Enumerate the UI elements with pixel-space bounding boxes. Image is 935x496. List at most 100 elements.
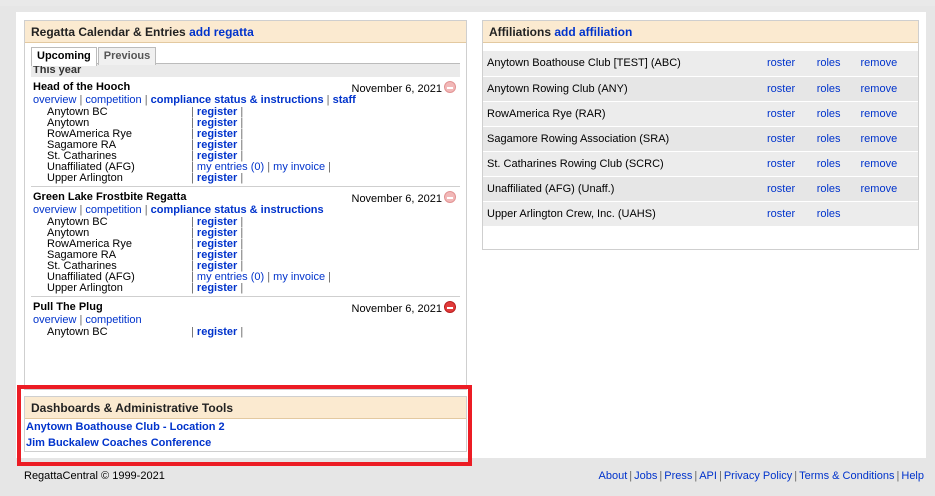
regatta-link-competition[interactable]: competition <box>85 314 141 326</box>
roles-link[interactable]: roles <box>817 57 841 69</box>
roster-link[interactable]: roster <box>767 158 795 170</box>
club-actions: | register | <box>189 327 243 338</box>
regatta-link-overview[interactable]: overview <box>33 94 76 106</box>
club-name: Upper Arlington <box>47 172 123 184</box>
register-link[interactable]: register <box>197 326 237 338</box>
remove-regatta-icon[interactable] <box>444 301 456 313</box>
affiliations-panel-title: Affiliations <box>489 25 551 39</box>
affiliation-name-cell: Anytown Boathouse Club [TEST] (ABC) <box>483 51 763 76</box>
affiliation-row: Anytown Boathouse Club [TEST] (ABC) roste… <box>483 51 918 76</box>
regatta-calendar-panel: Regatta Calendar & Entries add regatta U… <box>24 20 467 390</box>
add-affiliation-link[interactable]: add affiliation <box>554 25 632 39</box>
regatta-link-compliance[interactable]: compliance status & instructions <box>151 204 324 216</box>
club-row: Upper Arlington | register | <box>33 173 460 184</box>
regatta-entry: Green Lake Frostbite Regatta November 6, … <box>31 187 460 297</box>
roles-link[interactable]: roles <box>817 208 841 220</box>
separator: | <box>718 470 722 482</box>
roster-link[interactable]: roster <box>767 183 795 195</box>
regatta-link-competition[interactable]: competition <box>85 204 141 216</box>
remove-link[interactable]: remove <box>861 133 898 145</box>
tab-previous[interactable]: Previous <box>97 47 157 65</box>
remove-link[interactable]: remove <box>861 183 898 195</box>
roles-link-cell: roles <box>813 126 857 151</box>
roles-link[interactable]: roles <box>817 183 841 195</box>
roster-link[interactable]: roster <box>767 208 795 220</box>
footer-link-press[interactable]: Press <box>664 470 692 482</box>
regatta-link-staff[interactable]: staff <box>333 94 356 106</box>
tab-upcoming[interactable]: Upcoming <box>31 47 97 66</box>
affiliation-name-cell: Anytown Rowing Club (ANY) <box>483 76 763 101</box>
roster-link[interactable]: roster <box>767 108 795 120</box>
roster-link[interactable]: roster <box>767 133 795 145</box>
affiliation-name-cell: Unaffiliated (AFG) (Unaff.) <box>483 176 763 201</box>
my-invoice-link[interactable]: my invoice <box>273 271 325 283</box>
add-regatta-link[interactable]: add regatta <box>189 25 254 39</box>
my-invoice-link[interactable]: my invoice <box>273 161 325 173</box>
register-link[interactable]: register <box>197 282 237 294</box>
roles-link[interactable]: roles <box>817 108 841 120</box>
affiliation-name-cell: Upper Arlington Crew, Inc. (UAHS) <box>483 201 763 226</box>
affiliations-panel: Affiliations add affiliation Anytown Boa… <box>482 20 919 250</box>
regatta-link-overview[interactable]: overview <box>33 204 76 216</box>
club-actions: | register | <box>189 173 243 184</box>
affiliation-row: Upper Arlington Crew, Inc. (UAHS) roster r… <box>483 201 918 226</box>
affiliation-name: Anytown Rowing Club (ANY) <box>487 82 628 95</box>
footer-link-about[interactable]: About <box>599 470 628 482</box>
regatta-link-competition[interactable]: competition <box>85 94 141 106</box>
affiliation-name: Sagamore Rowing Association (SRA) <box>487 132 670 145</box>
roles-link-cell: roles <box>813 201 857 226</box>
regatta-panel-header: Regatta Calendar & Entries add regatta <box>25 21 466 43</box>
roster-link[interactable]: roster <box>767 83 795 95</box>
regatta-link-compliance[interactable]: compliance status & instructions <box>151 94 324 106</box>
affiliation-name-cell: RowAmerica Rye (RAR) <box>483 101 763 126</box>
roster-link-cell: roster <box>763 201 813 226</box>
affiliations-panel-header: Affiliations add affiliation <box>483 21 918 43</box>
roles-link[interactable]: roles <box>817 83 841 95</box>
club-row: Anytown BC | register | <box>33 217 460 228</box>
footer-link-jobs[interactable]: Jobs <box>634 470 657 482</box>
club-actions: | register | <box>189 283 243 294</box>
regatta-entry: Head of the Hooch November 6, 2021 overvie… <box>31 77 460 187</box>
footer-link-privacy-policy[interactable]: Privacy Policy <box>724 470 792 482</box>
separator: | <box>325 271 332 283</box>
separator: | <box>264 271 274 283</box>
affiliations-table: Anytown Boathouse Club [TEST] (ABC) roste… <box>483 51 918 227</box>
footer-link-help[interactable]: Help <box>901 470 924 482</box>
separator: | <box>264 161 274 173</box>
affiliation-row: St. Catharines Rowing Club (SCRC) roster r… <box>483 151 918 176</box>
affiliation-name-cell: St. Catharines Rowing Club (SCRC) <box>483 151 763 176</box>
roles-link[interactable]: roles <box>817 158 841 170</box>
affiliation-name: Upper Arlington Crew, Inc. (UAHS) <box>487 207 656 220</box>
remove-link[interactable]: remove <box>861 158 898 170</box>
affiliation-name: RowAmerica Rye (RAR) <box>487 107 606 120</box>
separator: | <box>237 326 244 338</box>
regatta-link-overview[interactable]: overview <box>33 314 76 326</box>
roster-link-cell: roster <box>763 51 813 76</box>
roles-link-cell: roles <box>813 151 857 176</box>
remove-regatta-icon[interactable] <box>444 191 456 203</box>
footer-link-api[interactable]: API <box>699 470 717 482</box>
roster-link[interactable]: roster <box>767 57 795 69</box>
remove-link-cell: remove <box>857 126 918 151</box>
roles-link[interactable]: roles <box>817 133 841 145</box>
remove-link-cell <box>857 201 918 226</box>
highlight-box <box>17 385 472 466</box>
regatta-date: November 6, 2021 <box>351 83 443 95</box>
club-row: Upper Arlington | register | <box>33 283 460 294</box>
club-name: Upper Arlington <box>47 282 123 294</box>
remove-link[interactable]: remove <box>861 57 898 69</box>
roster-link-cell: roster <box>763 101 813 126</box>
roster-link-cell: roster <box>763 126 813 151</box>
roles-link-cell: roles <box>813 176 857 201</box>
separator: | <box>237 282 244 294</box>
remove-regatta-icon[interactable] <box>444 81 456 93</box>
footer-link-terms-conditions[interactable]: Terms & Conditions <box>799 470 894 482</box>
remove-link[interactable]: remove <box>861 108 898 120</box>
separator: | <box>325 161 332 173</box>
separator: | <box>141 204 151 216</box>
remove-link-cell: remove <box>857 51 918 76</box>
remove-link[interactable]: remove <box>861 83 898 95</box>
regatta-panel-title: Regatta Calendar & Entries <box>31 25 186 39</box>
register-link[interactable]: register <box>197 172 237 184</box>
affiliation-name: Anytown Boathouse Club [TEST] (ABC) <box>487 57 681 70</box>
